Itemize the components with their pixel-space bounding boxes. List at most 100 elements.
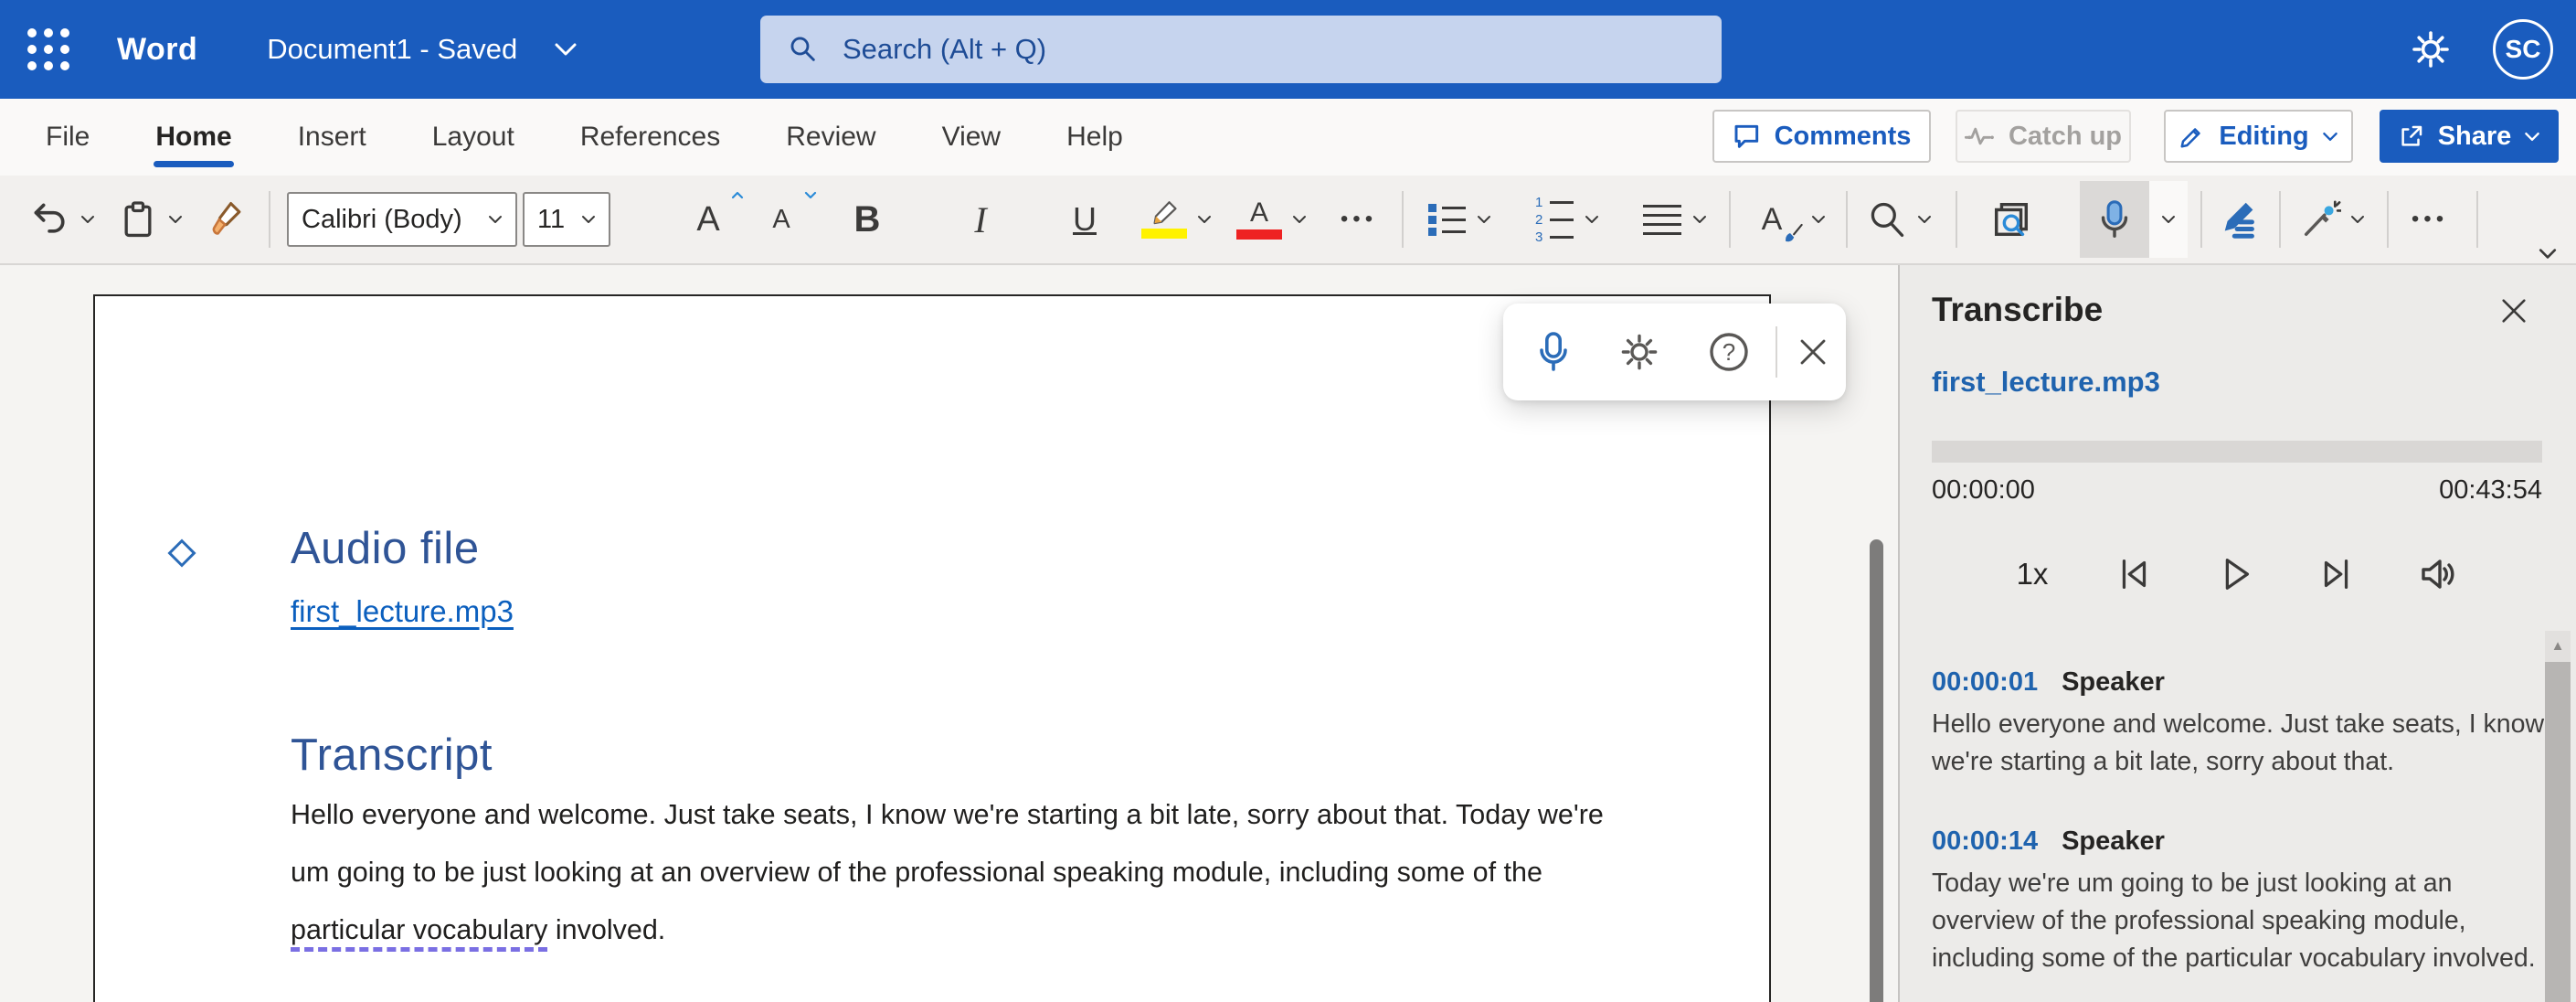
chevron-up-icon	[731, 191, 744, 199]
more-icon: •••	[1341, 207, 1377, 232]
format-painter-button[interactable]	[203, 184, 252, 255]
heading-collapse-diamond-icon[interactable]	[167, 538, 196, 567]
document-heading-audio[interactable]: Audio file	[291, 523, 480, 574]
styles-chevron-icon[interactable]	[1806, 184, 1831, 255]
volume-button[interactable]	[2408, 544, 2468, 604]
entry-timestamp[interactable]: 00:00:14	[1932, 826, 2038, 857]
app-launcher-icon[interactable]	[27, 28, 69, 70]
editing-mode-button[interactable]: Editing	[2164, 110, 2353, 163]
shrink-font-button[interactable]: A	[757, 184, 806, 255]
tab-layout[interactable]: Layout	[432, 122, 514, 153]
dictation-settings-gear-icon[interactable]	[1615, 320, 1664, 384]
document-scrollbar-thumb[interactable]	[1870, 539, 1883, 1002]
playback-controls: 1x	[1900, 539, 2576, 609]
paste-button[interactable]	[113, 184, 163, 255]
tab-view[interactable]: View	[942, 122, 1001, 153]
editor-button[interactable]	[2215, 184, 2264, 255]
entry-timestamp[interactable]: 00:00:01	[1932, 667, 2038, 698]
settings-gear-icon[interactable]	[2409, 27, 2453, 71]
divider	[1776, 326, 1777, 378]
immersive-reader-button[interactable]	[1985, 184, 2038, 255]
spellcheck-flagged-text[interactable]: particular vocabulary	[291, 914, 547, 952]
undo-button[interactable]	[26, 184, 75, 255]
styles-button[interactable]: A	[1747, 184, 1797, 255]
numbering-digit: 1	[1535, 196, 1544, 209]
share-button[interactable]: Share	[2380, 110, 2559, 163]
find-chevron-icon[interactable]	[1912, 184, 1937, 255]
panel-scrollbar-thumb[interactable]	[2545, 662, 2571, 1002]
account-avatar[interactable]: SC	[2493, 19, 2553, 80]
microphone-icon[interactable]	[1529, 320, 1578, 384]
tab-insert[interactable]: Insert	[298, 122, 366, 153]
skip-back-button[interactable]	[2104, 544, 2164, 604]
font-color-chevron-icon[interactable]	[1287, 184, 1312, 255]
divider	[2476, 191, 2478, 248]
playback-speed-button[interactable]: 1x	[2002, 544, 2062, 604]
font-name-select[interactable]: Calibri (Body)	[287, 192, 517, 247]
highlight-chevron-icon[interactable]	[1192, 184, 1217, 255]
tab-references[interactable]: References	[580, 122, 720, 153]
app-header: Word Document1 - Saved Search (Alt + Q) …	[0, 0, 2576, 99]
document-title[interactable]: Document1 - Saved	[267, 33, 517, 66]
panel-scrollbar[interactable]: ▲	[2545, 631, 2571, 1002]
alignment-chevron-icon[interactable]	[1687, 184, 1712, 255]
font-color-button[interactable]: A	[1232, 184, 1287, 255]
underline-button[interactable]: U	[1060, 184, 1109, 255]
document-heading-transcript[interactable]: Transcript	[291, 730, 493, 781]
divider	[1956, 191, 1957, 248]
alignment-button[interactable]	[1638, 184, 1687, 255]
magic-ink-button[interactable]	[2295, 184, 2345, 255]
italic-button[interactable]: I	[956, 184, 1005, 255]
paragraph-text[interactable]: involved.	[547, 914, 665, 945]
panel-close-icon[interactable]	[2492, 289, 2536, 333]
more-font-options-icon[interactable]: •••	[1334, 184, 1383, 255]
dictate-button[interactable]	[2080, 181, 2149, 258]
avatar-initials: SC	[2506, 35, 2541, 64]
chevron-down-icon	[804, 191, 817, 199]
audio-progress-bar[interactable]	[1932, 441, 2542, 463]
total-time: 00:43:54	[2439, 475, 2542, 506]
document-audio-link[interactable]: first_lecture.mp3	[291, 594, 514, 629]
tab-review[interactable]: Review	[786, 122, 875, 153]
dictation-help-icon[interactable]: ?	[1704, 320, 1754, 384]
collapse-ribbon-chevron-icon[interactable]	[2538, 248, 2558, 260]
paragraph-text[interactable]: Hello everyone and welcome. Just take se…	[291, 799, 1604, 888]
dictate-chevron-icon[interactable]	[2149, 181, 2188, 258]
search-input[interactable]: Search (Alt + Q)	[760, 16, 1722, 83]
title-chevron-down-icon[interactable]	[554, 42, 578, 57]
paste-chevron-icon[interactable]	[163, 184, 188, 255]
document-paragraph[interactable]: Hello everyone and welcome. Just take se…	[291, 786, 1634, 959]
ribbon-overflow-button[interactable]: •••	[2405, 184, 2454, 255]
skip-forward-button[interactable]	[2306, 544, 2367, 604]
comment-icon	[1733, 123, 1762, 150]
find-button[interactable]	[1862, 184, 1912, 255]
catch-up-button[interactable]: Catch up	[1956, 110, 2131, 163]
undo-chevron-icon[interactable]	[75, 184, 101, 255]
tab-file[interactable]: File	[46, 122, 90, 153]
bullets-chevron-icon[interactable]	[1471, 184, 1497, 255]
chevron-down-icon	[581, 215, 596, 224]
dictation-close-icon[interactable]	[1788, 320, 1838, 384]
tab-help[interactable]: Help	[1066, 122, 1123, 153]
scrollbar-up-arrow-icon[interactable]: ▲	[2545, 631, 2571, 660]
document-page[interactable]: Audio file first_lecture.mp3 Transcript …	[93, 294, 1771, 1002]
numbering-digit: 3	[1535, 230, 1544, 244]
grow-font-letter: A	[696, 200, 719, 240]
font-size-select[interactable]: 11	[523, 192, 610, 247]
comments-button[interactable]: Comments	[1712, 110, 1931, 163]
current-time: 00:00:00	[1932, 475, 2035, 506]
magic-ink-chevron-icon[interactable]	[2345, 184, 2370, 255]
numbering-button[interactable]: 1 2 3	[1530, 184, 1579, 255]
play-button[interactable]	[2205, 544, 2265, 604]
highlight-color-button[interactable]	[1137, 184, 1192, 255]
numbering-digit: 2	[1535, 213, 1544, 227]
numbering-chevron-icon[interactable]	[1579, 184, 1605, 255]
divider	[2279, 191, 2281, 248]
bullets-button[interactable]	[1422, 184, 1471, 255]
grow-font-button[interactable]: A	[684, 184, 733, 255]
tab-home[interactable]: Home	[155, 122, 231, 153]
comments-label: Comments	[1775, 122, 1912, 152]
bold-button[interactable]: B	[843, 184, 892, 255]
audio-file-link[interactable]: first_lecture.mp3	[1932, 366, 2160, 399]
brush-icon	[1782, 222, 1804, 244]
